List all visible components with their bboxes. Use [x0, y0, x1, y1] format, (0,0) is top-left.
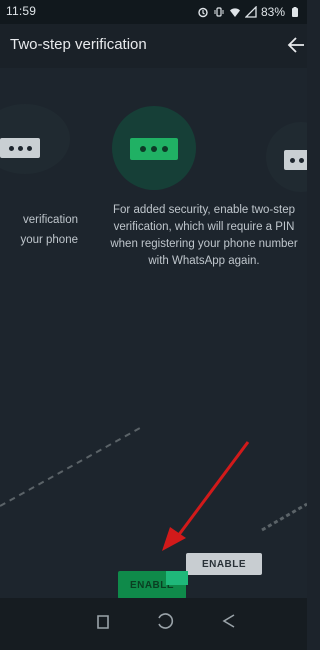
status-time: 11:59: [6, 4, 37, 18]
alarm-icon: [197, 6, 209, 18]
battery-percent: 83%: [260, 5, 285, 19]
status-icons: 83%: [197, 4, 301, 20]
enable-button-highlight: [166, 571, 188, 585]
arrow-left-icon[interactable]: [287, 35, 305, 55]
status-bar: 11:59 83%: [0, 0, 307, 24]
home-icon[interactable]: [154, 610, 176, 632]
enable-button-ghost: ENABLE: [186, 553, 262, 575]
back-icon[interactable]: [218, 610, 240, 632]
recents-icon[interactable]: [92, 610, 114, 632]
navigation-bar: [0, 598, 307, 650]
wifi-icon: [229, 6, 241, 18]
page-title: Two-step verification: [10, 36, 147, 53]
main-content: verification your phone For added securi…: [0, 68, 307, 598]
motion-streaks: [0, 427, 307, 532]
battery-icon: [289, 6, 301, 18]
vibrate-icon: [213, 6, 225, 18]
signal-icon: [244, 6, 257, 18]
app-bar: Two-step verification: [0, 24, 307, 68]
